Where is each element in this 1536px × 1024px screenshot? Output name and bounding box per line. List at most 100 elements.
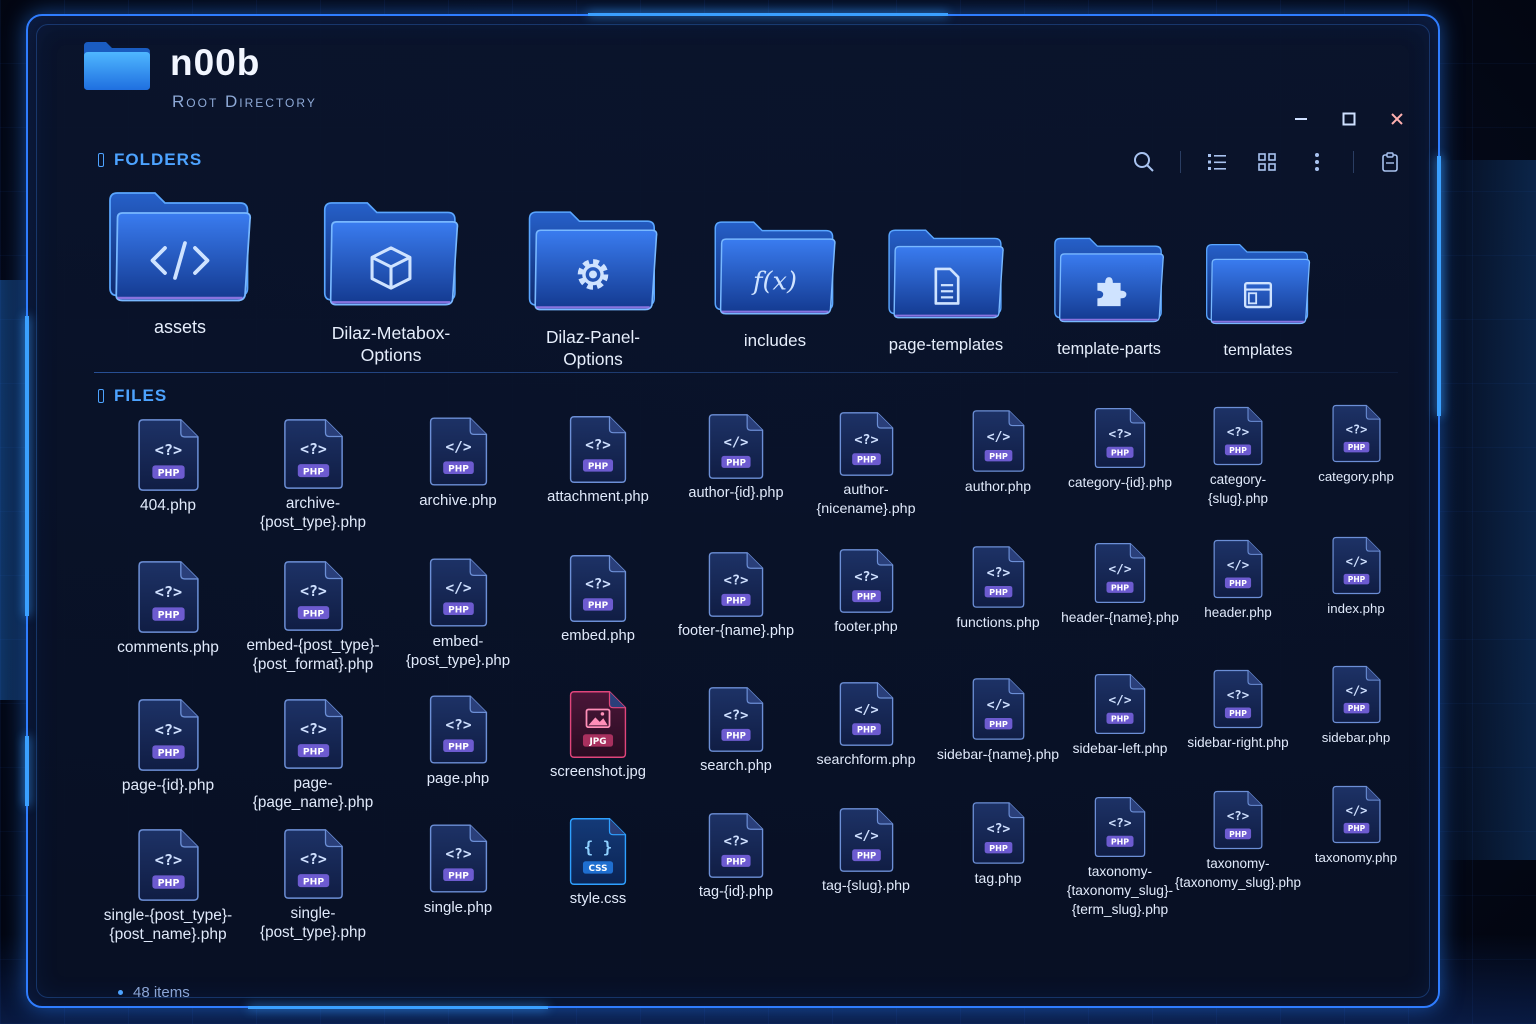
code-glyph-icon: </> [1345, 683, 1367, 697]
file-item[interactable]: <?> PHP comments.php [98, 560, 238, 657]
file-item[interactable]: <?> PHP search.php [666, 686, 806, 776]
code-glyph-icon: <?> [1109, 426, 1132, 441]
file-item[interactable]: </> PHP searchform.php [796, 681, 936, 770]
svg-text:<?>: <?> [585, 437, 611, 453]
file-icon: </> PHP [429, 417, 487, 486]
code-glyph-icon: <?> [154, 441, 181, 459]
file-item[interactable]: <?> PHP archive- {post_type}.php [243, 418, 383, 532]
file-item[interactable]: </> PHP sidebar.php [1286, 665, 1426, 747]
file-icon: </> PHP [708, 413, 764, 479]
svg-text:<?>: <?> [1109, 426, 1132, 441]
list-view-icon[interactable] [1203, 148, 1231, 176]
file-item[interactable]: <?> PHP tag-{id}.php [666, 812, 806, 902]
svg-text:<?>: <?> [1345, 422, 1367, 436]
svg-text:</>: </> [986, 430, 1010, 445]
file-explorer-window: n00b Root Directory FOLDERS assets Dilaz… [25, 13, 1441, 1009]
file-item[interactable]: <?> PHP page-{id}.php [98, 698, 238, 795]
file-item[interactable]: JPG screenshot.jpg [528, 690, 668, 782]
svg-text:PHP: PHP [1111, 714, 1129, 723]
file-item[interactable]: <?> PHP category.php [1286, 404, 1426, 486]
file-item[interactable]: <?> PHP page.php [388, 694, 528, 788]
file-icon: <?> PHP [1094, 408, 1146, 469]
grid-view-icon[interactable] [1253, 148, 1281, 176]
file-item[interactable]: <?> PHP footer.php [796, 548, 936, 637]
file-item[interactable]: </> PHP index.php [1286, 536, 1426, 618]
folder-item[interactable]: template-parts [1036, 232, 1182, 360]
code-glyph-icon: <?> [585, 437, 611, 453]
close-icon[interactable] [1386, 108, 1408, 130]
file-name: functions.php [956, 614, 1040, 631]
file-item[interactable]: <?> PHP page-{page_name}.php [243, 698, 383, 812]
maximize-icon[interactable] [1338, 108, 1360, 130]
toolbar [1130, 148, 1404, 176]
folder-name: Dilaz-Panel- Options [545, 327, 641, 369]
folder-icon [528, 211, 658, 311]
code-glyph-icon: </> [1345, 555, 1367, 569]
file-name: sidebar.php [1321, 729, 1391, 745]
file-item[interactable]: <?> PHP footer-{name}.php [666, 551, 806, 641]
file-item[interactable]: <?> PHP embed.php [528, 554, 668, 646]
file-item[interactable]: </> PHP author.php [928, 409, 1068, 496]
file-item[interactable]: <?> PHP embed-{post_type}- {post_format}… [243, 560, 383, 674]
more-options-icon[interactable] [1303, 148, 1331, 176]
file-item[interactable]: </> PHP archive.php [388, 416, 528, 510]
svg-text:<?>: <?> [300, 441, 327, 458]
file-name: archive- {post_type}.php [260, 495, 366, 532]
folder-item[interactable]: templates [1188, 238, 1328, 362]
file-icon: { } CSS [569, 818, 627, 886]
file-item[interactable]: </> PHP taxonomy.php [1286, 785, 1426, 867]
file-item[interactable]: </> PHP sidebar-{name}.php [928, 677, 1068, 764]
file-icon: </> PHP [972, 410, 1024, 472]
svg-text:PHP: PHP [157, 748, 179, 759]
file-item[interactable]: <?> PHP functions.php [928, 545, 1068, 632]
folder-name: assets [153, 317, 207, 337]
code-glyph-icon: </> [986, 430, 1010, 445]
folder-name: template-parts [1057, 340, 1161, 358]
file-icon: </> PHP [1331, 537, 1381, 595]
code-glyph-icon: <?> [986, 822, 1010, 837]
file-item[interactable]: <?> PHP attachment.php [528, 415, 668, 507]
file-item[interactable]: <?> PHP single-{post_type}.php [243, 828, 383, 942]
svg-text:PHP: PHP [989, 587, 1008, 597]
code-glyph-icon: </> [1345, 804, 1367, 818]
file-item[interactable]: { } CSS style.css [528, 817, 668, 909]
folder-item[interactable]: f(x) includes [696, 216, 854, 352]
code-glyph-icon: <?> [300, 851, 327, 868]
file-icon: <?> PHP [569, 415, 627, 483]
file-item[interactable]: </> PHP tag-{slug}.php [796, 807, 936, 896]
svg-text:<?>: <?> [724, 834, 749, 850]
svg-text:</>: </> [1109, 692, 1132, 707]
minimize-icon[interactable] [1290, 108, 1312, 130]
svg-text:PHP: PHP [448, 465, 469, 475]
file-name: searchform.php [816, 752, 916, 769]
svg-text:PHP: PHP [856, 592, 875, 602]
file-item[interactable]: <?> PHP 404.php [98, 418, 238, 515]
file-item[interactable]: <?> PHP single.php [388, 823, 528, 917]
svg-text:PHP: PHP [1111, 449, 1129, 458]
folder-item[interactable]: assets [90, 188, 270, 338]
svg-text:<?>: <?> [154, 721, 181, 739]
folder-item[interactable]: Dilaz-Panel- Options [510, 206, 676, 370]
file-icon: <?> PHP [137, 829, 199, 901]
file-icon: </> PHP [839, 807, 893, 872]
section-divider [94, 372, 1398, 373]
file-item[interactable]: <?> PHP author- {nicename}.php [796, 411, 936, 519]
folder-item[interactable]: page-templates [870, 224, 1022, 356]
code-glyph-icon: </> [724, 434, 749, 450]
file-name: sidebar-{name}.php [936, 746, 1060, 763]
svg-text:<?>: <?> [300, 583, 327, 600]
svg-text:PHP: PHP [302, 466, 323, 477]
svg-text:</>: </> [854, 702, 878, 718]
file-item[interactable]: <?> PHP single-{post_type}- {post_name}.… [98, 828, 238, 944]
svg-text:</>: </> [1109, 561, 1132, 576]
clipboard-icon[interactable] [1376, 148, 1404, 176]
svg-text:PHP: PHP [1347, 575, 1365, 584]
folders-section-label: Folders [98, 150, 202, 170]
search-icon[interactable] [1130, 148, 1158, 176]
file-icon: <?> PHP [1213, 406, 1263, 465]
folder-item[interactable]: Dilaz-Metabox- Options [305, 196, 477, 366]
code-glyph-icon: <?> [585, 577, 611, 593]
file-item[interactable]: <?> PHP tag.php [928, 801, 1068, 888]
file-item[interactable]: </> PHP author-{id}.php [666, 413, 806, 503]
file-item[interactable]: </> PHP embed-{post_type}.php [388, 557, 528, 670]
